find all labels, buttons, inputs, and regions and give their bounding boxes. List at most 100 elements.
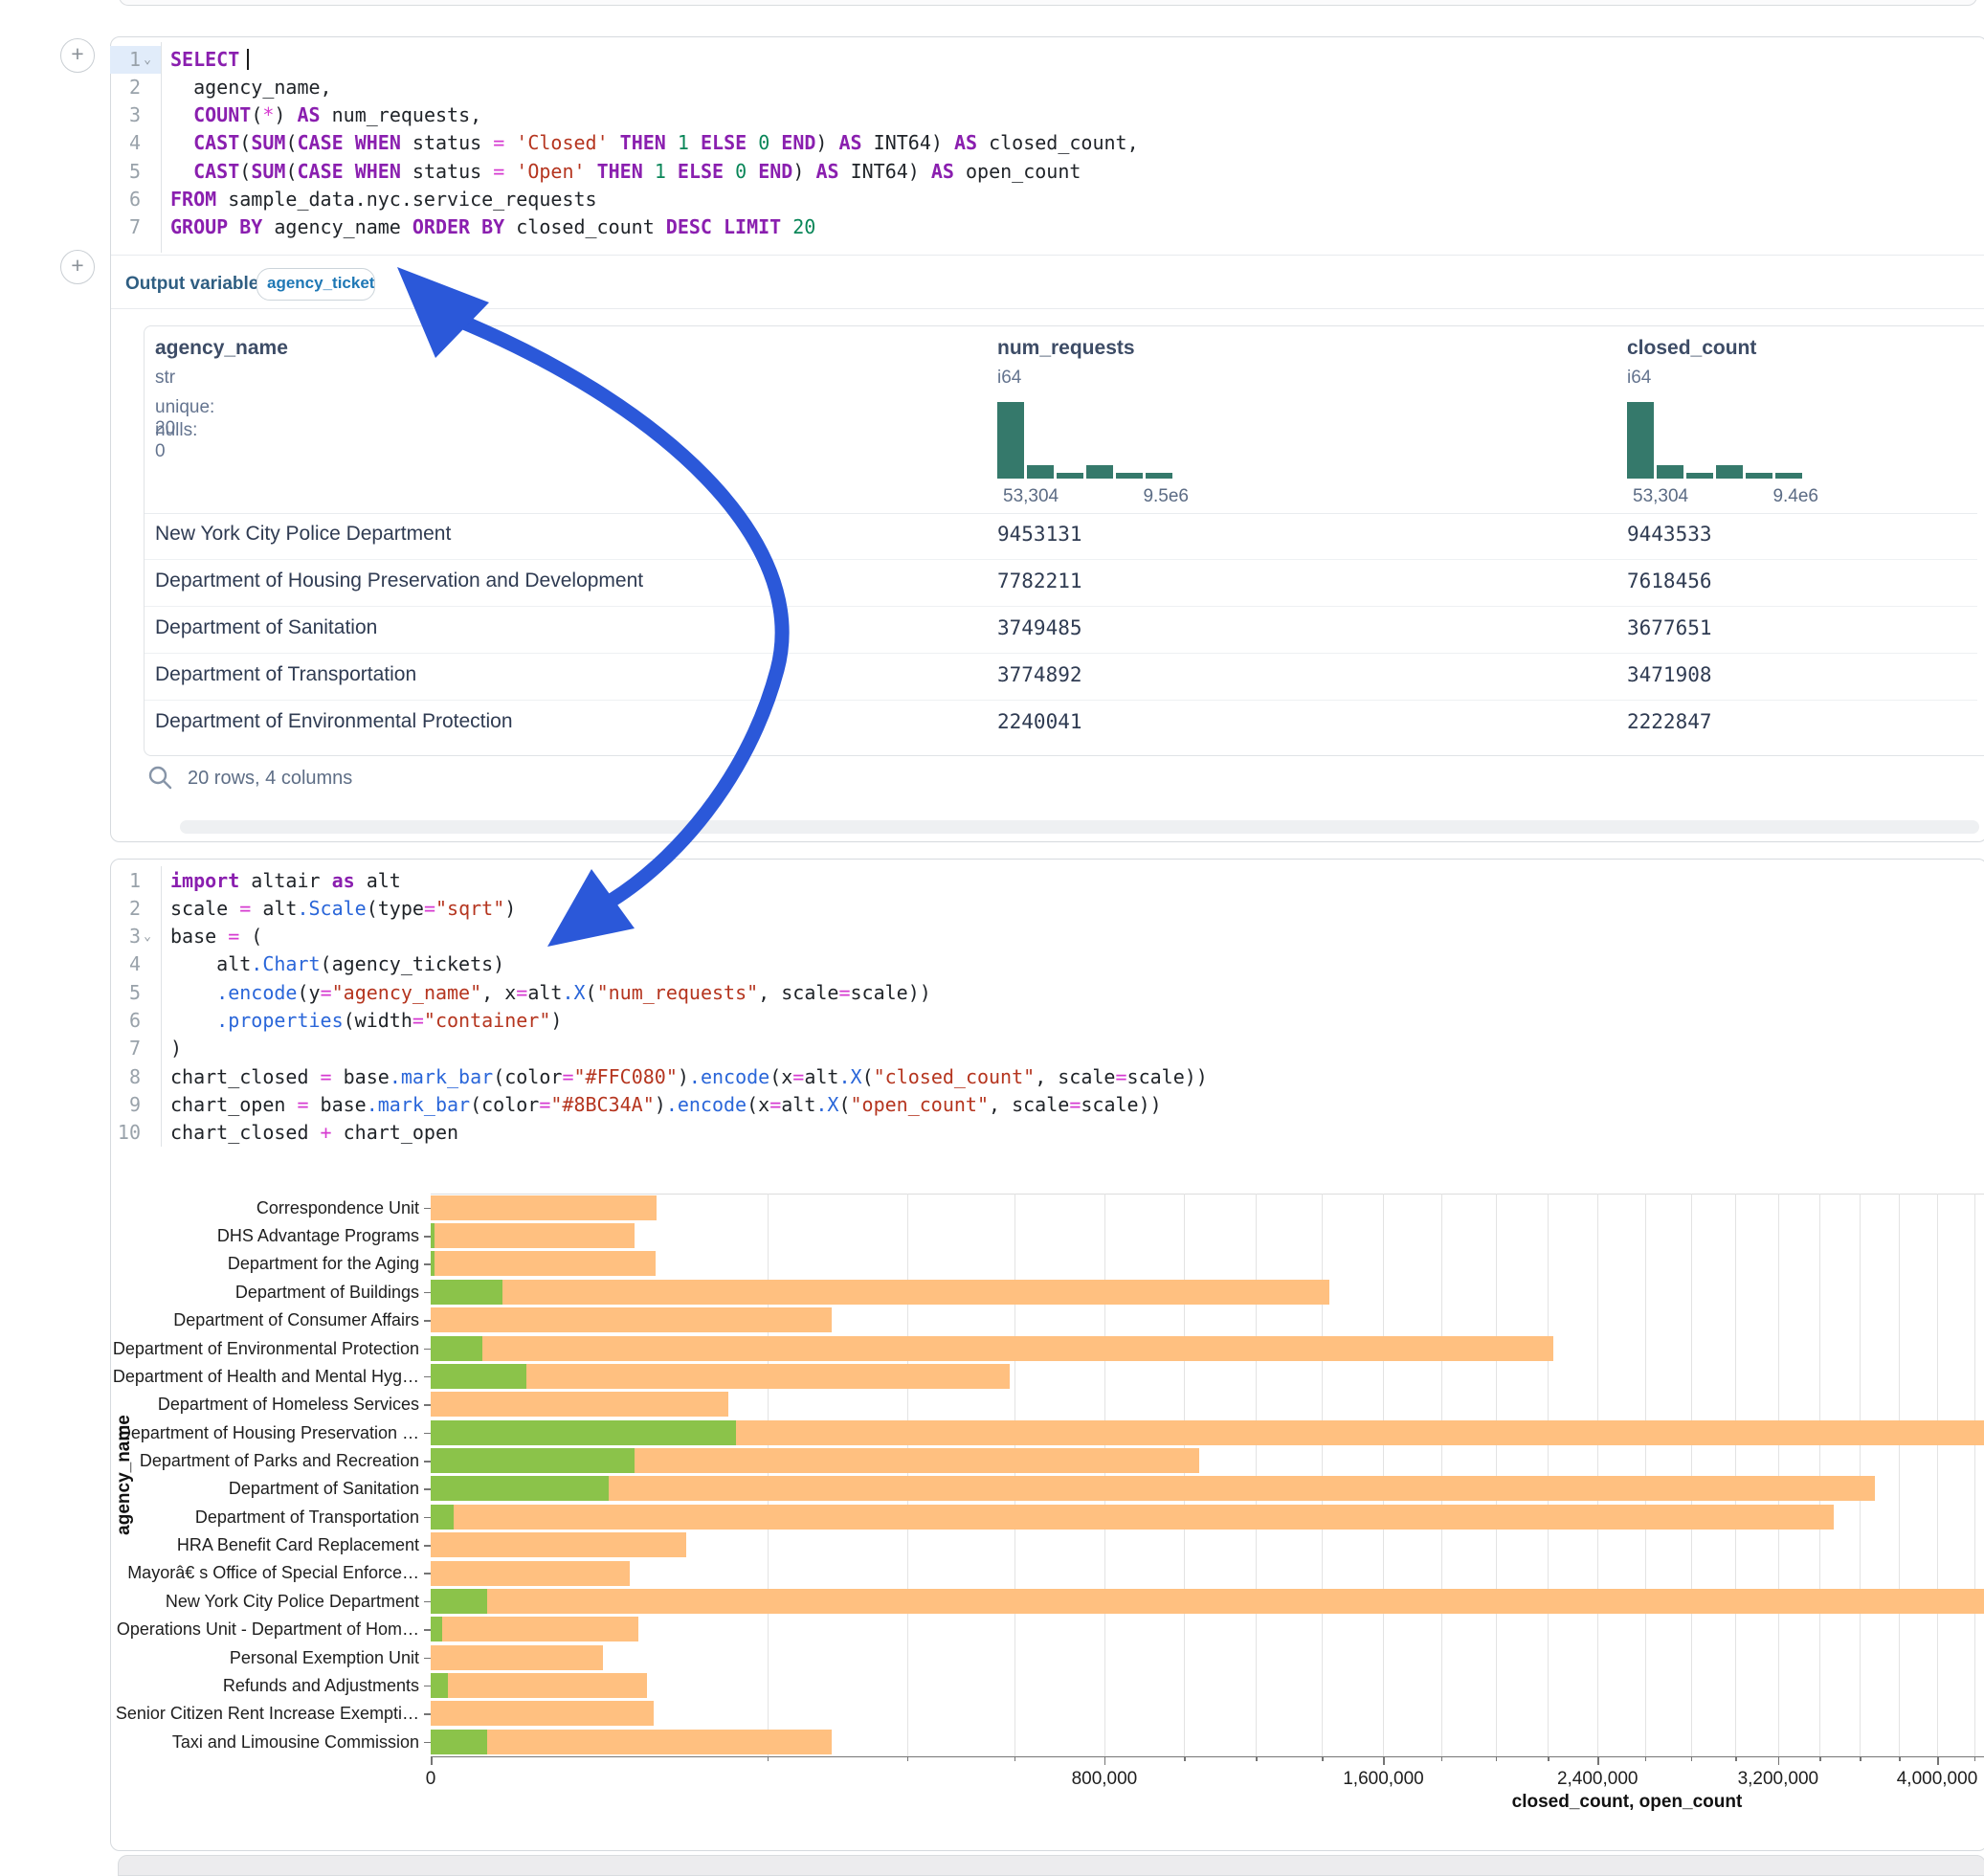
x-axis-tick bbox=[768, 1756, 769, 1761]
bar-open-count[interactable] bbox=[431, 1505, 454, 1530]
code-line[interactable]: COUNT(*) AS num_requests, bbox=[170, 101, 1797, 129]
column-header[interactable]: closed_count bbox=[1627, 337, 1756, 360]
sql-code-editor[interactable]: SELECT agency_name, COUNT(*) AS num_requ… bbox=[170, 46, 1797, 242]
bar-closed-count[interactable] bbox=[431, 1673, 647, 1698]
histogram-bar[interactable] bbox=[1146, 473, 1172, 479]
bar-open-count[interactable] bbox=[431, 1223, 435, 1248]
code-token bbox=[170, 1009, 216, 1032]
histogram-bar[interactable] bbox=[1716, 465, 1743, 479]
column-stat-label: nulls: 0 bbox=[155, 420, 197, 462]
histogram-bar[interactable] bbox=[1086, 465, 1113, 479]
code-token bbox=[504, 160, 516, 183]
python-code-editor[interactable]: import altair as altscale = alt.Scale(ty… bbox=[170, 867, 1893, 1148]
x-axis-tick bbox=[907, 1756, 909, 1761]
code-token: alt bbox=[355, 869, 401, 892]
histogram-bar[interactable] bbox=[1686, 473, 1713, 479]
code-line[interactable]: agency_name, bbox=[170, 74, 1797, 101]
code-line[interactable]: base = ( bbox=[170, 923, 1893, 950]
add-cell-button-middle[interactable]: + bbox=[60, 250, 95, 284]
column-header[interactable]: num_requests bbox=[997, 337, 1135, 360]
bar-open-count[interactable] bbox=[431, 1448, 635, 1473]
code-token: .encode bbox=[216, 981, 297, 1004]
bar-closed-count[interactable] bbox=[431, 1195, 657, 1220]
histogram-bar[interactable] bbox=[997, 402, 1024, 479]
bar-open-count[interactable] bbox=[431, 1280, 502, 1305]
histogram-bar[interactable] bbox=[1027, 465, 1054, 479]
search-icon[interactable] bbox=[145, 763, 176, 793]
code-token: closed_count, bbox=[977, 131, 1139, 154]
code-line[interactable]: chart_closed + chart_open bbox=[170, 1119, 1893, 1147]
gridline bbox=[1014, 1194, 1015, 1756]
bar-open-count[interactable] bbox=[431, 1476, 609, 1501]
bar-closed-count[interactable] bbox=[431, 1532, 686, 1557]
output-variable-pill[interactable]: agency_tickets bbox=[256, 268, 375, 301]
bar-closed-count[interactable] bbox=[431, 1307, 832, 1332]
code-token: = bbox=[562, 1065, 573, 1088]
x-axis-tick bbox=[1735, 1756, 1737, 1761]
code-line[interactable]: import altair as alt bbox=[170, 867, 1893, 895]
table-horizontal-scrollbar[interactable] bbox=[180, 820, 1979, 834]
code-token: = bbox=[838, 981, 850, 1004]
bar-closed-count[interactable] bbox=[431, 1476, 1875, 1501]
bar-closed-count[interactable] bbox=[431, 1701, 654, 1726]
bar-closed-count[interactable] bbox=[431, 1280, 1329, 1305]
bar-closed-count[interactable] bbox=[431, 1392, 728, 1417]
bar-closed-count[interactable] bbox=[431, 1561, 630, 1586]
x-axis-label: 1,600,000 bbox=[1316, 1769, 1450, 1790]
histogram-bar[interactable] bbox=[1746, 473, 1772, 479]
code-line[interactable]: CAST(SUM(CASE WHEN status = 'Closed' THE… bbox=[170, 129, 1797, 157]
next-cell-edge[interactable] bbox=[118, 1855, 1984, 1876]
bar-closed-count[interactable] bbox=[431, 1589, 1984, 1614]
bar-open-count[interactable] bbox=[431, 1730, 487, 1754]
code-token: .mark_bar bbox=[390, 1065, 493, 1088]
code-token: (width bbox=[344, 1009, 412, 1032]
x-axis-label: 0 bbox=[364, 1769, 498, 1790]
bar-closed-count[interactable] bbox=[431, 1336, 1553, 1361]
histogram-bar[interactable] bbox=[1627, 402, 1654, 479]
code-line[interactable]: ) bbox=[170, 1035, 1893, 1062]
bar-closed-count[interactable] bbox=[431, 1251, 656, 1276]
bar-open-count[interactable] bbox=[431, 1420, 736, 1445]
y-axis-label: Department of Housing Preservation … bbox=[96, 1422, 419, 1443]
x-axis-tick bbox=[1860, 1756, 1861, 1761]
code-token: END bbox=[758, 160, 792, 183]
line-number: 6 bbox=[110, 1007, 161, 1035]
bar-closed-count[interactable] bbox=[431, 1645, 603, 1670]
bar-open-count[interactable] bbox=[431, 1589, 487, 1614]
code-token: = bbox=[1069, 1093, 1081, 1116]
bar-open-count[interactable] bbox=[431, 1336, 482, 1361]
code-token: FROM bbox=[170, 188, 216, 211]
code-line[interactable]: scale = alt.Scale(type="sqrt") bbox=[170, 895, 1893, 923]
histogram-bar[interactable] bbox=[1657, 465, 1683, 479]
code-line[interactable]: SELECT bbox=[170, 46, 1797, 74]
code-token bbox=[609, 131, 620, 154]
collapse-chevron-icon[interactable]: ⌄ bbox=[141, 923, 154, 950]
code-line[interactable]: FROM sample_data.nyc.service_requests bbox=[170, 186, 1797, 213]
bar-closed-count[interactable] bbox=[431, 1730, 832, 1754]
histogram-bar[interactable] bbox=[1775, 473, 1802, 479]
bar-closed-count[interactable] bbox=[431, 1617, 638, 1642]
code-line[interactable]: GROUP BY agency_name ORDER BY closed_cou… bbox=[170, 213, 1797, 241]
column-header[interactable]: agency_name bbox=[155, 337, 288, 360]
bar-open-count[interactable] bbox=[431, 1617, 442, 1642]
histogram-bar[interactable] bbox=[1057, 473, 1083, 479]
bar-open-count[interactable] bbox=[431, 1364, 526, 1389]
code-token: scale)) bbox=[1127, 1065, 1208, 1088]
bar-open-count[interactable] bbox=[431, 1251, 435, 1276]
bar-open-count[interactable] bbox=[431, 1673, 448, 1698]
code-token: ( bbox=[239, 131, 251, 154]
add-cell-button-top[interactable]: + bbox=[60, 38, 95, 73]
code-line[interactable]: chart_closed = base.mark_bar(color="#FFC… bbox=[170, 1063, 1893, 1091]
bar-closed-count[interactable] bbox=[431, 1223, 635, 1248]
code-line[interactable]: chart_open = base.mark_bar(color="#8BC34… bbox=[170, 1091, 1893, 1119]
code-token bbox=[344, 160, 355, 183]
gridline bbox=[1184, 1194, 1185, 1756]
code-line[interactable]: alt.Chart(agency_tickets) bbox=[170, 950, 1893, 978]
bar-closed-count[interactable] bbox=[431, 1505, 1834, 1530]
code-token: "container" bbox=[424, 1009, 550, 1032]
code-line[interactable]: .encode(y="agency_name", x=alt.X("num_re… bbox=[170, 979, 1893, 1007]
code-line[interactable]: .properties(width="container") bbox=[170, 1007, 1893, 1035]
collapse-chevron-icon[interactable]: ⌄ bbox=[141, 46, 154, 74]
code-line[interactable]: CAST(SUM(CASE WHEN status = 'Open' THEN … bbox=[170, 158, 1797, 186]
histogram-bar[interactable] bbox=[1116, 473, 1143, 479]
